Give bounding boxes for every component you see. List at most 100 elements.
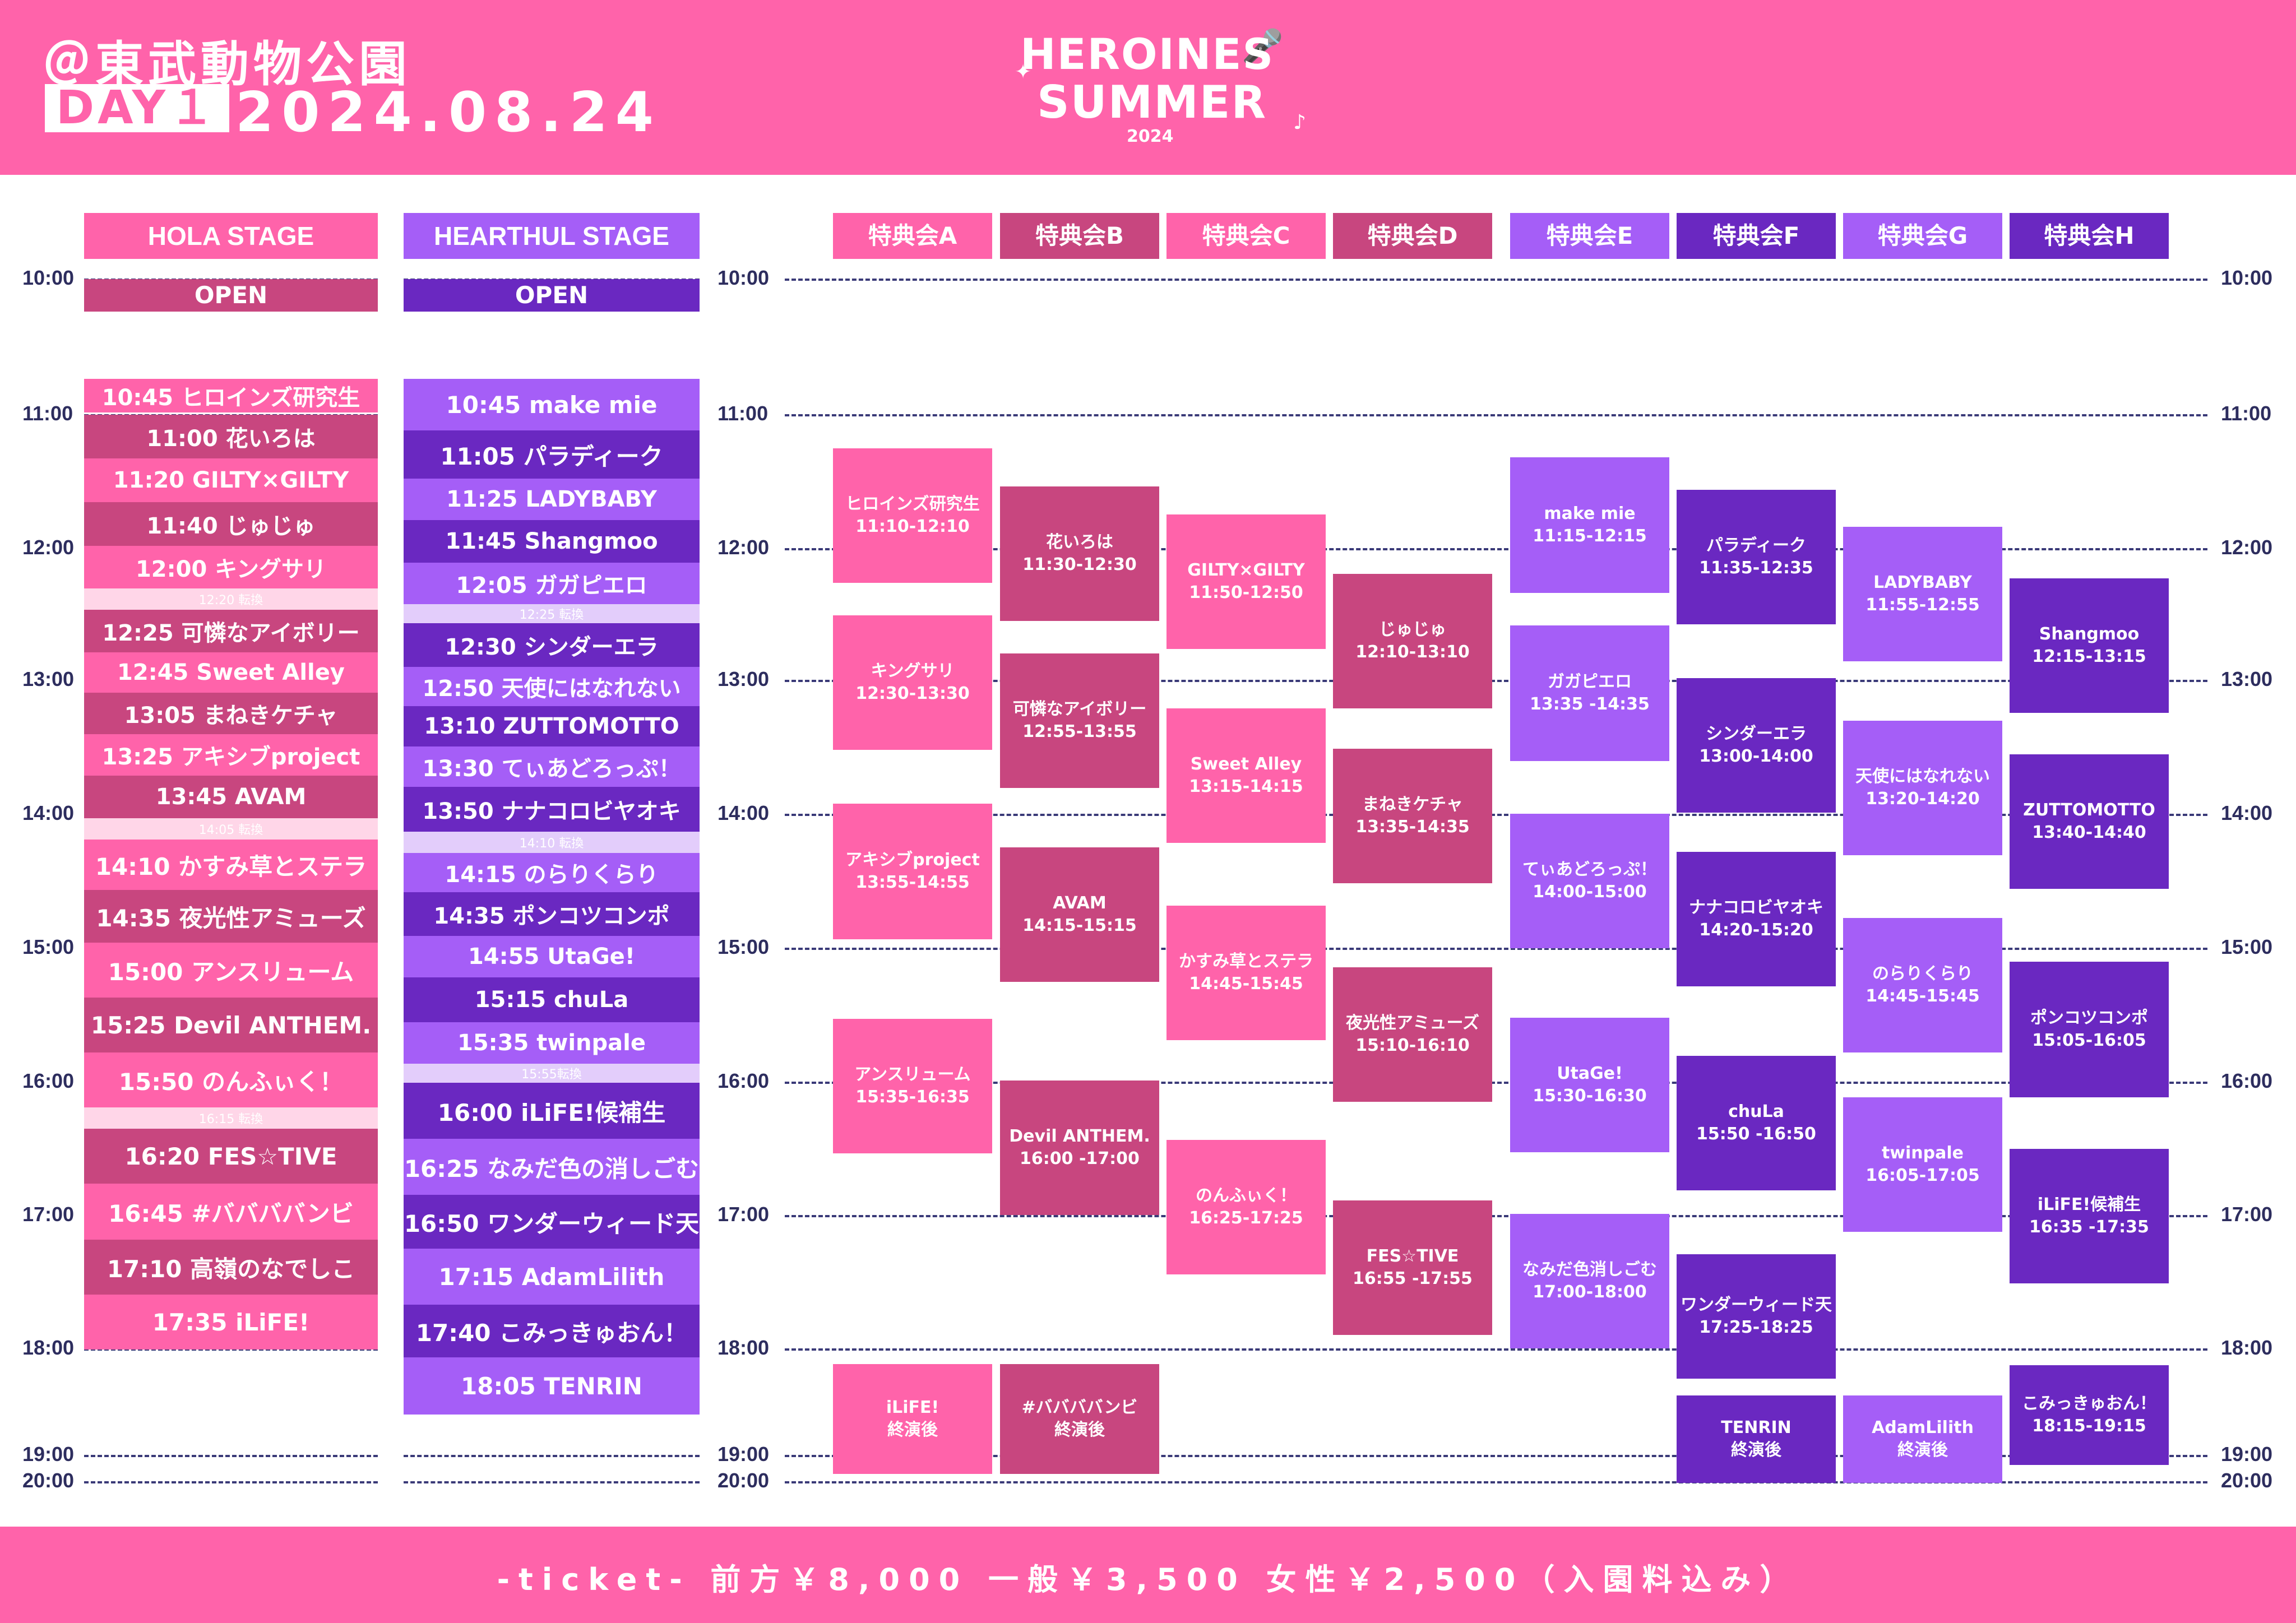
slot-time: 14:45-15:45 — [1189, 974, 1303, 994]
slot-time: 16:35 -17:35 — [2029, 1217, 2149, 1237]
changeover-bar: 16:15 転換 — [84, 1107, 378, 1129]
changeover-bar: 15:55転換 — [404, 1064, 700, 1083]
artist-name: chuLa — [1728, 1102, 1784, 1121]
artist-name: iLiFE! — [886, 1398, 939, 1417]
slot-time: 11:35-12:35 — [1699, 558, 1813, 578]
tokutenkai-slot: ワンダーウィード天 17:25-18:25 — [1677, 1254, 1836, 1379]
tokutenkai-slot: パラディーク 11:35-12:35 — [1677, 490, 1836, 624]
changeover-bar: 12:25 転換 — [404, 604, 700, 623]
tokutenkai-slot: FES☆TIVE 16:55 -17:55 — [1333, 1200, 1492, 1335]
time-label-mid: 18:00 — [718, 1336, 770, 1359]
artist-name: ガガピエロ — [1548, 672, 1632, 692]
tokutenkai-title: 特典会D — [1333, 213, 1492, 259]
slot-time: 12:30-13:30 — [855, 684, 970, 703]
slot-row: 13:25 アキシブproject — [84, 734, 378, 776]
stage-open-hearthul: OPEN — [404, 279, 700, 312]
artist-name: まねきケチャ — [1362, 795, 1463, 814]
header-banner: ＠東武動物公園 DAY１ 2024.08.24 ✦ 🎤 HEROINES SUM… — [0, 0, 2296, 175]
tokutenkai-slot: シンダーエラ 13:00-14:00 — [1677, 678, 1836, 813]
slot-row: 14:55 UtaGe! — [404, 936, 700, 977]
time-label-right: 17:00 — [2221, 1203, 2273, 1226]
slot-row: 15:00 アンスリューム — [84, 943, 378, 998]
slot-time: 11:10-12:10 — [855, 517, 970, 536]
tokutenkai-slot: #ババババンビ 終演後 — [1000, 1364, 1159, 1474]
time-label-left: 10:00 — [22, 266, 75, 289]
tokutenkai-slot: ポンコツコンポ 15:05-16:05 — [2010, 962, 2169, 1097]
tokutenkai-slot: じゅじゅ 12:10-13:10 — [1333, 574, 1492, 708]
tokutenkai-slot: のらりくらり 14:45-15:45 — [1843, 918, 2002, 1052]
artist-name: UtaGe! — [1557, 1064, 1623, 1083]
time-label-right: 15:00 — [2221, 935, 2273, 958]
artist-name: かすみ草とステラ — [1179, 952, 1313, 971]
grid-line — [404, 1455, 700, 1457]
time-label-left: 12:00 — [22, 536, 75, 559]
slot-row: 16:25 なみだ色の消しごむ — [404, 1139, 700, 1195]
time-label-mid: 16:00 — [718, 1069, 770, 1092]
artist-name: TENRIN — [1721, 1418, 1792, 1437]
slot-time: 12:15-13:15 — [2032, 647, 2146, 666]
slot-time: 15:50 -16:50 — [1696, 1124, 1816, 1144]
time-label-left: 14:00 — [22, 801, 75, 824]
time-label-mid: 13:00 — [718, 667, 770, 690]
tokutenkai-slot: AVAM 14:15-15:15 — [1000, 847, 1159, 982]
artist-name: Devil ANTHEM. — [1009, 1126, 1150, 1146]
tokutenkai-slot: 可憐なアイボリー 12:55-13:55 — [1000, 653, 1159, 788]
slot-row: 14:35 夜光性アミューズ — [84, 890, 378, 943]
slot-time: 14:00-15:00 — [1533, 882, 1647, 902]
time-label-right: 16:00 — [2221, 1069, 2273, 1092]
slot-time: 11:15-12:15 — [1533, 526, 1647, 546]
slot-time: 13:00-14:00 — [1699, 746, 1813, 766]
artist-name: Shangmoo — [2039, 624, 2140, 644]
time-label-left: 16:00 — [22, 1069, 75, 1092]
slot-time: 終演後 — [887, 1420, 938, 1440]
tokutenkai-slot: iLiFE!候補生 16:35 -17:35 — [2010, 1149, 2169, 1283]
artist-name: じゅじゅ — [1379, 620, 1446, 639]
tokutenkai-slot: TENRIN 終演後 — [1677, 1395, 1836, 1483]
slot-time: 16:05-17:05 — [1866, 1166, 1980, 1185]
slot-time: 15:30-16:30 — [1533, 1086, 1647, 1106]
artist-name: パラディーク — [1706, 536, 1806, 555]
slot-row: 18:05 TENRIN — [404, 1357, 700, 1415]
stage-title-hearthul: HEARTHUL STAGE — [404, 213, 700, 259]
slot-row: 10:45 ヒロインズ研究生 — [84, 379, 378, 412]
tokutenkai-slot: ナナコロビヤオキ 14:20-15:20 — [1677, 852, 1836, 986]
changeover-bar: 14:05 転換 — [84, 818, 378, 840]
slot-row: 17:35 iLiFE! — [84, 1295, 378, 1350]
artist-name: GILTY×GILTY — [1187, 560, 1305, 580]
slot-row: 11:05 パラディーク — [404, 430, 700, 479]
slot-row: 14:10 かすみ草とステラ — [84, 840, 378, 890]
time-label-right: 20:00 — [2221, 1469, 2273, 1492]
time-label-left: 17:00 — [22, 1203, 75, 1226]
tokutenkai-slot: UtaGe! 15:30-16:30 — [1510, 1018, 1669, 1152]
ticket-prices: -ticket- 前方￥8,000 一般￥3,500 女性￥2,500（入園料込… — [497, 1562, 1799, 1597]
tokutenkai-title: 特典会F — [1677, 213, 1836, 259]
time-label-left: 20:00 — [22, 1469, 75, 1492]
tokutenkai-title: 特典会A — [833, 213, 992, 259]
slot-row: 17:40 こみっきゅおん！ — [404, 1305, 700, 1357]
slot-row: 12:25 可憐なアイボリー — [84, 610, 378, 652]
slot-row: 14:15 のらりくらり — [404, 853, 700, 892]
artist-name: てぃあどろっぷ！ — [1522, 860, 1657, 879]
tokutenkai-slot: GILTY×GILTY 11:50-12:50 — [1166, 514, 1326, 649]
slot-row: 11:25 LADYBABY — [404, 479, 700, 520]
artist-name: シンダーエラ — [1706, 724, 1807, 744]
slot-time: 14:15-15:15 — [1022, 916, 1137, 935]
slot-row: 15:35 twinpale — [404, 1022, 700, 1064]
tokutenkai-slot: make mie 11:15-12:15 — [1510, 457, 1669, 593]
slot-row: 11:40 じゅじゅ — [84, 502, 378, 546]
music-note-icon: ♪ — [1293, 111, 1306, 134]
tokutenkai-slot: アキシブproject 13:55-14:55 — [833, 804, 992, 939]
slot-time: 15:05-16:05 — [2032, 1031, 2146, 1050]
tokutenkai-slot: 天使にはなれない 13:20-14:20 — [1843, 721, 2002, 855]
artist-name: twinpale — [1881, 1143, 1964, 1163]
slot-row: 13:45 AVAM — [84, 776, 378, 818]
stage-open-hola: OPEN — [84, 279, 378, 312]
time-label-right: 10:00 — [2221, 266, 2273, 289]
changeover-bar: 12:20 転換 — [84, 588, 378, 610]
slot-time: 15:10-16:10 — [1355, 1036, 1470, 1055]
tokutenkai-slot: AdamLilith 終演後 — [1843, 1395, 2002, 1483]
slot-time: 13:55-14:55 — [855, 873, 970, 892]
slot-row: 11:20 GILTY×GILTY — [84, 458, 378, 502]
artist-name: アキシブproject — [845, 850, 980, 870]
time-label-right: 13:00 — [2221, 667, 2273, 690]
